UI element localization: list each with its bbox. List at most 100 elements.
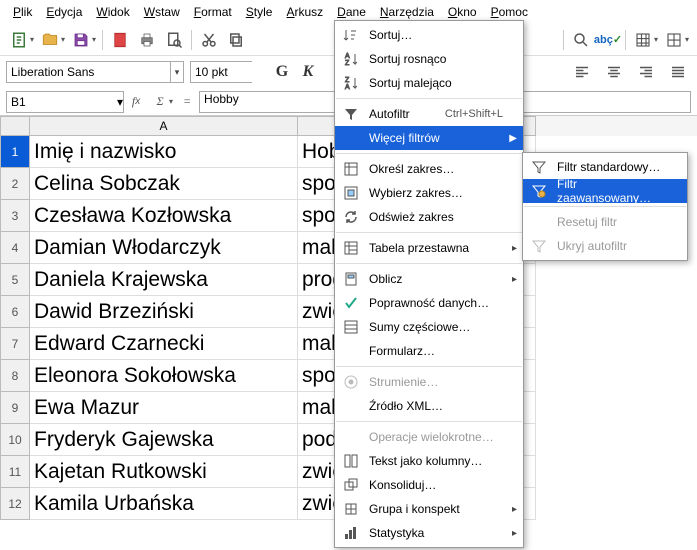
filter-icon xyxy=(339,104,363,124)
blank-icon xyxy=(339,396,363,416)
mi-define-range[interactable]: Określ zakres… xyxy=(335,157,523,181)
row-header[interactable]: 5 xyxy=(0,264,30,296)
font-name-combo[interactable]: ▾ xyxy=(6,61,184,83)
font-size-combo[interactable]: ▾ xyxy=(190,61,252,83)
menu-style[interactable]: Style xyxy=(239,2,280,22)
align-right-icon[interactable] xyxy=(633,59,659,85)
align-left-icon[interactable] xyxy=(569,59,595,85)
preview-icon[interactable] xyxy=(161,27,187,53)
menu-plik[interactable]: Plik xyxy=(6,2,39,22)
cell[interactable]: Kajetan Rutkowski xyxy=(30,456,298,488)
row-header[interactable]: 3 xyxy=(0,200,30,232)
menu-okno[interactable]: Okno xyxy=(441,2,484,22)
mi-streams: Strumienie… xyxy=(335,370,523,394)
mi-pivot[interactable]: Tabela przestawna▸ xyxy=(335,236,523,260)
stat-icon xyxy=(339,523,363,543)
menu-narzędzia[interactable]: Narzędzia xyxy=(373,2,441,22)
mi-consolidate[interactable]: Konsoliduj… xyxy=(335,473,523,497)
cell[interactable]: Imię i nazwisko xyxy=(30,136,298,168)
save-icon[interactable] xyxy=(68,27,94,53)
t2c-icon xyxy=(339,451,363,471)
cell[interactable]: Fryderyk Gajewska xyxy=(30,424,298,456)
new-icon[interactable] xyxy=(6,27,32,53)
grid-icon[interactable] xyxy=(630,27,656,53)
mi-hide-autofilter: Ukryj autofiltr xyxy=(523,234,687,258)
copy-icon[interactable] xyxy=(223,27,249,53)
mi-stat[interactable]: Statystyka▸ xyxy=(335,521,523,545)
mi-refresh-range[interactable]: Odśwież zakres xyxy=(335,205,523,229)
cell[interactable]: Edward Czarnecki xyxy=(30,328,298,360)
range-def-icon xyxy=(339,159,363,179)
print-icon[interactable] xyxy=(134,27,160,53)
align-justify-icon[interactable] xyxy=(665,59,691,85)
find-icon[interactable] xyxy=(568,27,594,53)
row-header[interactable]: 11 xyxy=(0,456,30,488)
mi-autofilter[interactable]: AutofiltrCtrl+Shift+L xyxy=(335,102,523,126)
cell[interactable]: Eleonora Sokołowska xyxy=(30,360,298,392)
svg-text:A: A xyxy=(345,84,350,91)
bold-button[interactable]: G xyxy=(272,63,292,81)
mi-reset-filter: Resetuj filtr xyxy=(523,210,687,234)
range-sel-icon xyxy=(339,183,363,203)
cell[interactable]: Dawid Brzeziński xyxy=(30,296,298,328)
mi-text2col[interactable]: Tekst jako kolumny… xyxy=(335,449,523,473)
mi-sort-desc[interactable]: ZASortuj malejąco xyxy=(335,71,523,95)
font-name-input[interactable] xyxy=(7,62,170,82)
col-header-A[interactable]: A xyxy=(30,116,298,136)
sort-desc-icon: ZA xyxy=(339,73,363,93)
menu-wstaw[interactable]: Wstaw xyxy=(137,2,187,22)
row-header[interactable]: 10 xyxy=(0,424,30,456)
cell-ref-box[interactable]: ▾ xyxy=(6,91,124,113)
refresh-icon xyxy=(339,207,363,227)
align-center-icon[interactable] xyxy=(601,59,627,85)
mi-validity[interactable]: Poprawność danych… xyxy=(335,291,523,315)
mi-more-filters[interactable]: Więcej filtrów▶ xyxy=(335,126,523,150)
cell-ref-input[interactable] xyxy=(7,95,117,109)
mi-xml[interactable]: Źródło XML… xyxy=(335,394,523,418)
menu-widok[interactable]: Widok xyxy=(89,2,136,22)
menu-dane[interactable]: Dane xyxy=(330,2,373,22)
mi-select-range[interactable]: Wybierz zakres… xyxy=(335,181,523,205)
fx-icon[interactable]: fx xyxy=(124,91,148,113)
mi-sort[interactable]: Sortuj… xyxy=(335,23,523,47)
mi-form[interactable]: Formularz… xyxy=(335,339,523,363)
row-header[interactable]: 6 xyxy=(0,296,30,328)
mi-calc[interactable]: Oblicz▸ xyxy=(335,267,523,291)
pivot-icon xyxy=(339,238,363,258)
row-header[interactable]: 4 xyxy=(0,232,30,264)
italic-button[interactable]: K xyxy=(298,63,318,81)
blank-icon xyxy=(339,427,363,447)
blank-icon xyxy=(527,212,551,232)
row-header[interactable]: 2 xyxy=(0,168,30,200)
grid2-icon[interactable] xyxy=(661,27,687,53)
svg-text:Z: Z xyxy=(345,77,350,84)
row-header[interactable]: 12 xyxy=(0,488,30,520)
menu-pomoc[interactable]: Pomoc xyxy=(484,2,535,22)
menu-format[interactable]: Format xyxy=(187,2,239,22)
mi-sort-asc[interactable]: AZSortuj rosnąco xyxy=(335,47,523,71)
mi-subtotals[interactable]: Sumy częściowe… xyxy=(335,315,523,339)
open-icon[interactable] xyxy=(37,27,63,53)
pdf-icon[interactable] xyxy=(107,27,133,53)
svg-text:A: A xyxy=(345,53,350,60)
row-header[interactable]: 7 xyxy=(0,328,30,360)
mi-group[interactable]: Grupa i konspekt▸ xyxy=(335,497,523,521)
row-header[interactable]: 8 xyxy=(0,360,30,392)
cell[interactable]: Damian Włodarczyk xyxy=(30,232,298,264)
mi-adv-filter[interactable]: Filtr zaawansowany… xyxy=(523,179,687,203)
row-header[interactable]: 1 xyxy=(0,136,30,168)
menu-edycja[interactable]: Edycja xyxy=(39,2,89,22)
cell[interactable]: Czesława Kozłowska xyxy=(30,200,298,232)
equals-icon[interactable]: = xyxy=(175,91,199,113)
cell[interactable]: Celina Sobczak xyxy=(30,168,298,200)
mi-std-filter[interactable]: Filtr standardowy… xyxy=(523,155,687,179)
menu-arkusz[interactable]: Arkusz xyxy=(279,2,330,22)
cell[interactable]: Daniela Krajewska xyxy=(30,264,298,296)
row-header[interactable]: 9 xyxy=(0,392,30,424)
cell[interactable]: Ewa Mazur xyxy=(30,392,298,424)
spellcheck-icon[interactable]: abç✓ xyxy=(595,27,621,53)
cell[interactable]: Kamila Urbańska xyxy=(30,488,298,520)
select-all-corner[interactable] xyxy=(0,116,30,136)
validity-icon xyxy=(339,293,363,313)
cut-icon[interactable] xyxy=(196,27,222,53)
